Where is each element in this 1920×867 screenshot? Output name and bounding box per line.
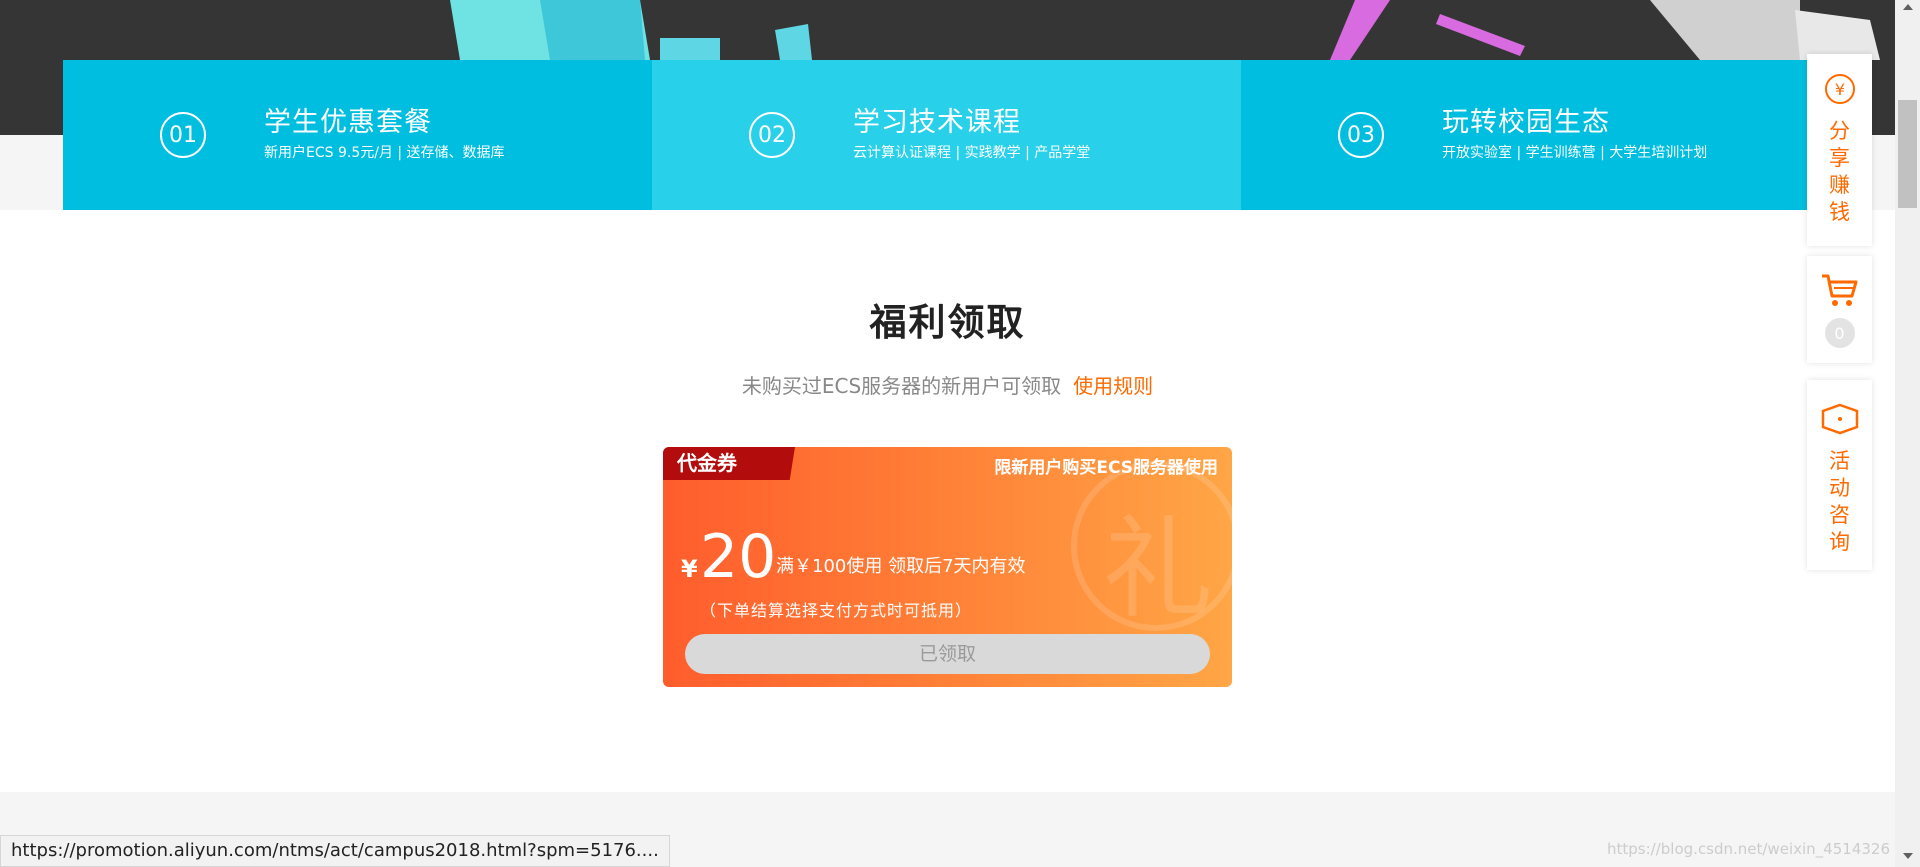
feature-number: 01 bbox=[160, 112, 206, 158]
scroll-down-arrow-icon[interactable] bbox=[1903, 853, 1913, 859]
voucher-tag: 代金券 bbox=[663, 447, 795, 480]
svg-text:¥: ¥ bbox=[1834, 80, 1844, 99]
gift-watermark-glyph: 礼 bbox=[1103, 505, 1213, 633]
cart-button[interactable]: 0 bbox=[1807, 256, 1872, 363]
usage-rules-link[interactable]: 使用规则 bbox=[1073, 374, 1153, 398]
welfare-title: 福利领取 bbox=[869, 301, 1026, 344]
chat-hexagon-icon bbox=[1821, 403, 1858, 435]
voucher-card: 礼 代金券 限新用户购买ECS服务器使用 ¥ 20 满￥100使用 领取后7天内… bbox=[663, 447, 1232, 687]
claimed-button[interactable]: 已领取 bbox=[685, 634, 1210, 674]
cart-icon bbox=[1821, 274, 1857, 306]
activity-consult-button[interactable]: 活 动 咨 询 bbox=[1807, 380, 1872, 570]
browser-status-url: https://promotion.aliyun.com/ntms/act/ca… bbox=[0, 835, 670, 867]
share-earn-label: 分 享 赚 钱 bbox=[1829, 119, 1850, 224]
yen-circle-icon: ¥ bbox=[1824, 74, 1855, 104]
voucher-note: （下单结算选择支付方式时可抵用） bbox=[700, 601, 973, 620]
feature-description: 新用户ECS 9.5元/月 | 送存储、数据库 bbox=[264, 145, 505, 161]
voucher-currency: ¥ bbox=[681, 555, 698, 583]
scroll-up-arrow-icon[interactable] bbox=[1903, 4, 1913, 10]
welfare-subtitle: 未购买过ECS服务器的新用户可领取 使用规则 bbox=[0, 370, 1895, 399]
share-earn-button[interactable]: ¥ 分 享 赚 钱 bbox=[1807, 54, 1872, 246]
feature-panels: 01 学生优惠套餐 新用户ECS 9.5元/月 | 送存储、数据库 02 学习技… bbox=[63, 60, 1831, 210]
scroll-thumb[interactable] bbox=[1898, 100, 1917, 208]
feature-title: 学习技术课程 bbox=[853, 107, 1021, 138]
voucher-amount: 20 bbox=[700, 522, 777, 592]
voucher-limit-text: 限新用户购买ECS服务器使用 bbox=[994, 458, 1218, 478]
feature-description: 开放实验室 | 学生训练营 | 大学生培训计划 bbox=[1442, 145, 1708, 161]
feature-campus-ecosystem[interactable]: 03 玩转校园生态 开放实验室 | 学生训练营 | 大学生培训计划 bbox=[1241, 60, 1830, 210]
feature-title: 学生优惠套餐 bbox=[264, 107, 432, 138]
activity-consult-label: 活 动 咨 询 bbox=[1829, 449, 1850, 554]
feature-number: 02 bbox=[749, 112, 795, 158]
feature-student-package[interactable]: 01 学生优惠套餐 新用户ECS 9.5元/月 | 送存储、数据库 bbox=[63, 60, 652, 210]
feature-title: 玩转校园生态 bbox=[1442, 107, 1610, 138]
feature-number: 03 bbox=[1338, 112, 1384, 158]
feature-description: 云计算认证课程 | 实践教学 | 产品学堂 bbox=[853, 145, 1091, 161]
feature-tech-courses[interactable]: 02 学习技术课程 云计算认证课程 | 实践教学 | 产品学堂 bbox=[652, 60, 1241, 210]
csdn-watermark: https://blog.csdn.net/weixin_4514326 bbox=[1607, 840, 1890, 858]
voucher-condition: 满￥100使用 领取后7天内有效 bbox=[776, 556, 1026, 577]
welfare-subtitle-text: 未购买过ECS服务器的新用户可领取 bbox=[741, 374, 1062, 398]
vertical-scrollbar[interactable] bbox=[1895, 0, 1920, 867]
cart-count-badge: 0 bbox=[1824, 318, 1855, 348]
